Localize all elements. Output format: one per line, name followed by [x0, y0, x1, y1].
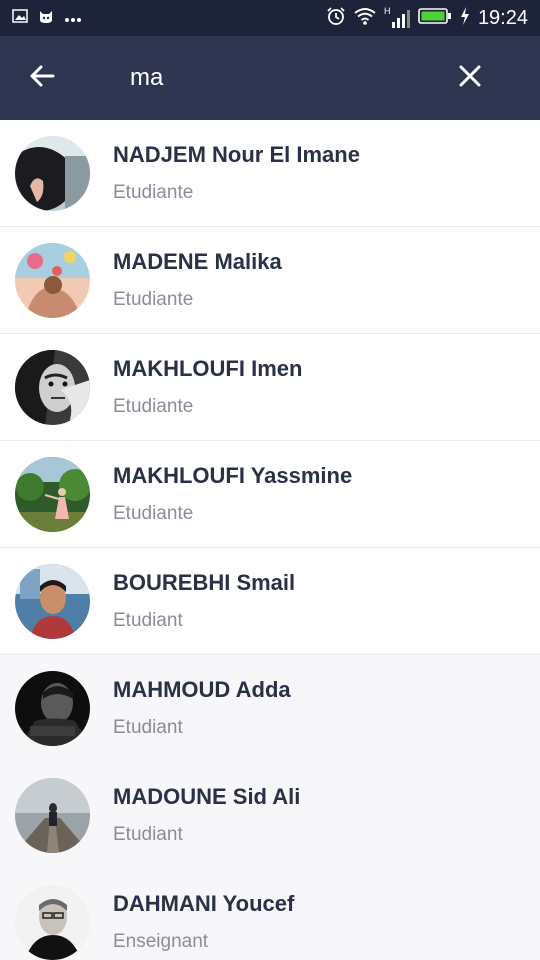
avatar [15, 243, 90, 318]
avatar [15, 778, 90, 853]
contact-name: MADENE Malika [113, 249, 282, 274]
result-item[interactable]: NADJEM Nour El Imane Etudiante [0, 120, 540, 227]
alarm-icon [326, 6, 346, 31]
search-toolbar [0, 36, 540, 120]
contact-name: MAKHLOUFI Yassmine [113, 463, 353, 488]
search-input[interactable] [130, 58, 430, 98]
close-icon [458, 64, 482, 93]
contact-role: Etudiant [113, 824, 183, 845]
result-item[interactable]: MADENE Malika Etudiante [0, 227, 540, 334]
result-item[interactable]: MAKHLOUFI Yassmine Etudiante [0, 441, 540, 548]
contact-name: NADJEM Nour El Imane [113, 142, 360, 167]
result-item[interactable]: MADOUNE Sid Ali Etudiant [0, 762, 540, 869]
status-bar: H 19:24 [0, 0, 540, 36]
avatar [15, 136, 90, 211]
search-results-list: NADJEM Nour El Imane Etudiante MADENE Ma… [0, 120, 540, 960]
contact-name: BOUREBHI Smail [113, 570, 296, 595]
gallery-notification-icon [12, 9, 28, 28]
arrow-left-icon [29, 64, 55, 93]
avatar [15, 350, 90, 425]
contact-name: MADOUNE Sid Ali [113, 784, 301, 809]
result-item[interactable]: MAHMOUD Adda Etudiant [0, 655, 540, 762]
result-item[interactable]: BOUREBHI Smail Etudiant [0, 548, 540, 655]
contact-name: DAHMANI Youcef [113, 891, 295, 916]
more-notifications-icon [64, 10, 82, 28]
contact-role: Etudiante [113, 289, 194, 310]
charging-icon [460, 7, 470, 30]
contact-name: MAHMOUD Adda [113, 677, 291, 702]
cellular-signal-icon: H [384, 6, 410, 30]
contact-role: Etudiante [113, 396, 194, 417]
avatar [15, 564, 90, 639]
avatar [15, 885, 90, 960]
contact-role: Etudiante [113, 503, 194, 524]
contact-role: Enseignant [113, 931, 209, 952]
wifi-icon [354, 7, 376, 30]
avatar [15, 671, 90, 746]
contact-role: Etudiant [113, 717, 183, 738]
contact-role: Etudiante [113, 182, 194, 203]
battery-icon [418, 7, 452, 30]
back-button[interactable] [22, 58, 62, 98]
cat-notification-icon [38, 8, 54, 29]
result-item[interactable]: DAHMANI Youcef Enseignant [0, 869, 540, 960]
result-item[interactable]: MAKHLOUFI Imen Etudiante [0, 334, 540, 441]
contact-name: MAKHLOUFI Imen [113, 356, 303, 381]
status-time: 19:24 [477, 7, 528, 29]
avatar [15, 457, 90, 532]
contact-role: Etudiant [113, 610, 183, 631]
clear-search-button[interactable] [450, 58, 490, 98]
